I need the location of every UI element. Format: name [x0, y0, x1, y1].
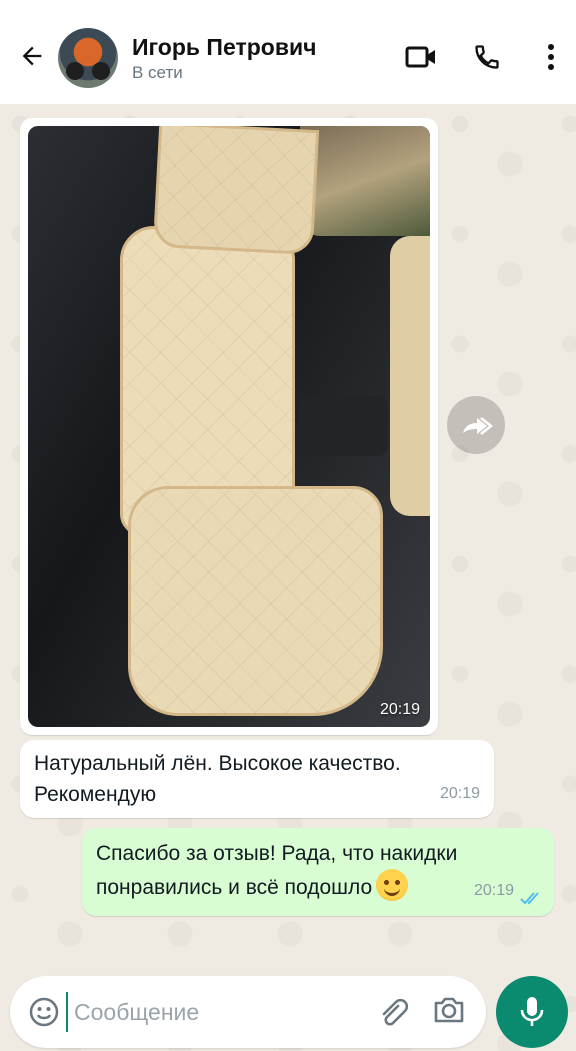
- voice-call-icon[interactable]: [470, 40, 504, 74]
- incoming-message-time: 20:19: [439, 785, 480, 802]
- incoming-message-text: Натуральный лён. Высокое качество. Реком…: [34, 752, 401, 806]
- message-input[interactable]: [66, 992, 366, 1032]
- camera-icon[interactable]: [432, 995, 466, 1029]
- contact-status: В сети: [132, 63, 183, 82]
- video-call-icon[interactable]: [404, 40, 438, 74]
- outgoing-message-bubble[interactable]: Спасибо за отзыв! Рада, что накидки понр…: [82, 828, 554, 916]
- back-arrow-icon[interactable]: [16, 40, 48, 72]
- outgoing-message-time: 20:19: [473, 882, 514, 899]
- attachment-paperclip-icon[interactable]: [376, 996, 409, 1028]
- photo-timestamp: 20:19: [379, 701, 420, 718]
- car-seat-cover-photo[interactable]: 20:19: [28, 126, 430, 727]
- message-composer: [10, 976, 486, 1048]
- chat-header: Игорь Петрович В сети: [0, 0, 576, 104]
- photo-message-bubble[interactable]: 20:19: [20, 118, 438, 735]
- contact-avatar[interactable]: [58, 28, 118, 88]
- forward-icon[interactable]: [447, 396, 505, 454]
- read-receipt-double-check-icon: [520, 892, 539, 905]
- smiling-face-emoji-icon: [376, 869, 409, 901]
- more-menu-icon[interactable]: [534, 40, 568, 74]
- contact-name[interactable]: Игорь Петрович: [132, 34, 316, 61]
- emoji-picker-icon[interactable]: [28, 996, 60, 1028]
- microphone-icon[interactable]: [496, 976, 568, 1048]
- incoming-message-bubble[interactable]: Натуральный лён. Высокое качество. Реком…: [20, 740, 494, 818]
